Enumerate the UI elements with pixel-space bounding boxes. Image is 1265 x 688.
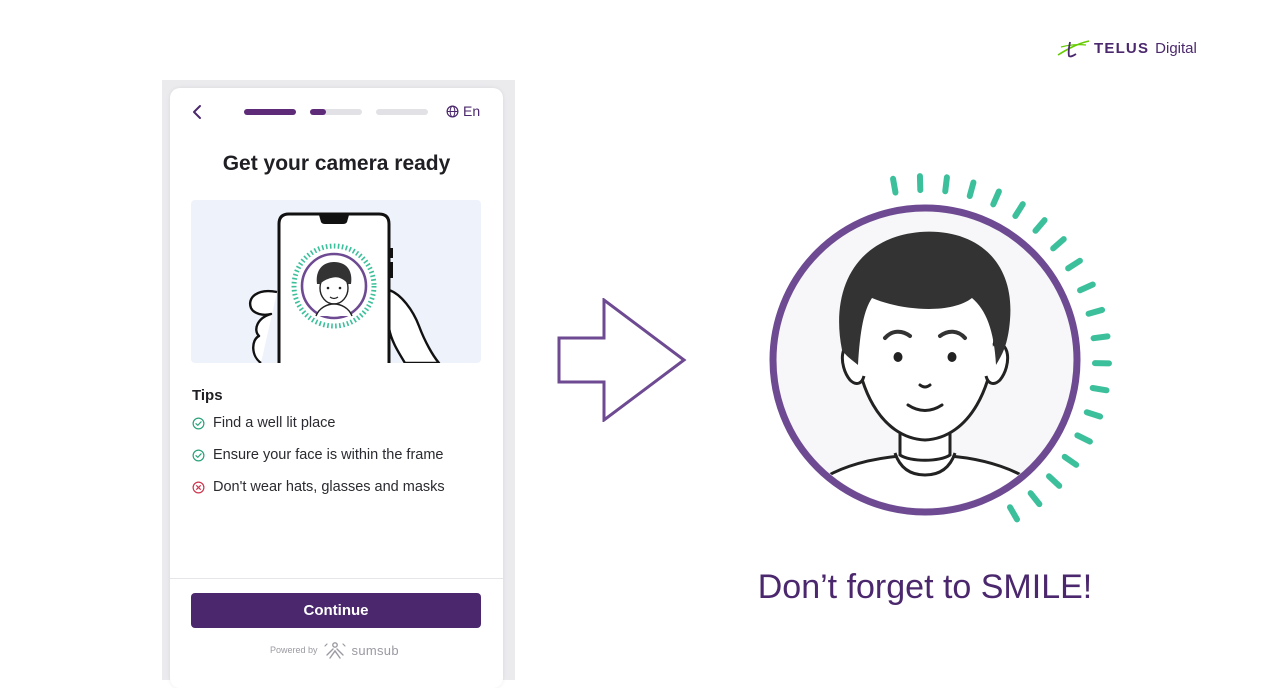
progress-step-1-fill [244, 109, 296, 115]
language-label: En [463, 103, 480, 119]
arrow-right-icon [556, 298, 688, 422]
scan-tick [1068, 261, 1080, 269]
tips-heading: Tips [192, 387, 223, 404]
scan-tick [1089, 310, 1102, 314]
progress-step-2-fill [310, 109, 326, 115]
tip-item: Ensure your face is within the frame [192, 447, 444, 463]
tip-text: Don't wear hats, glasses and masks [213, 479, 445, 495]
scan-tick [1077, 435, 1090, 441]
camera-illustration [191, 200, 481, 363]
footer-divider [170, 578, 503, 579]
brand-subtitle: Digital [1155, 40, 1197, 57]
powered-by-name: sumsub [352, 643, 399, 658]
sumsub-logo-icon [324, 641, 346, 659]
scan-tick [1049, 476, 1059, 486]
check-circle-icon [192, 417, 205, 430]
back-button[interactable] [188, 102, 208, 122]
powered-by[interactable]: Powered by sumsub [270, 641, 399, 659]
powered-by-label: Powered by [270, 645, 318, 655]
scan-tick [1093, 388, 1107, 390]
telus-digital-logo: TELUS Digital [1056, 36, 1197, 60]
tip-item: Don't wear hats, glasses and masks [192, 479, 445, 495]
scan-tick [1087, 412, 1100, 416]
tip-text: Find a well lit place [213, 415, 336, 431]
tip-text: Ensure your face is within the frame [213, 447, 444, 463]
scan-tick [893, 179, 895, 193]
progress-step-3 [376, 109, 428, 115]
check-circle-icon [192, 449, 205, 462]
globe-icon [446, 105, 459, 118]
scan-tick [1094, 336, 1108, 338]
continue-button[interactable]: Continue [191, 593, 481, 628]
scan-tick [1065, 457, 1077, 465]
x-circle-icon [192, 481, 205, 494]
scan-tick [1035, 220, 1044, 231]
scan-tick [1010, 507, 1017, 519]
tip-item: Find a well lit place [192, 415, 336, 431]
scan-tick [1015, 204, 1022, 216]
chevron-left-icon [188, 102, 208, 122]
scan-tick [1031, 493, 1040, 504]
progress-step-2 [310, 109, 362, 115]
telus-logo-icon [1056, 38, 1090, 58]
page-title: Get your camera ready [170, 152, 503, 176]
smile-caption: Don’t forget to SMILE! [700, 568, 1150, 607]
language-selector[interactable]: En [446, 103, 480, 119]
phone-screen: En Get your camera ready Tips [170, 88, 503, 688]
scan-tick [970, 182, 974, 196]
smiling-face-scan [760, 170, 1120, 530]
brand-name: TELUS [1094, 40, 1149, 57]
scan-tick [993, 191, 999, 204]
scan-tick [1053, 239, 1064, 248]
progress-step-1 [244, 109, 296, 115]
scan-tick [945, 177, 947, 191]
scan-tick [1080, 285, 1093, 291]
